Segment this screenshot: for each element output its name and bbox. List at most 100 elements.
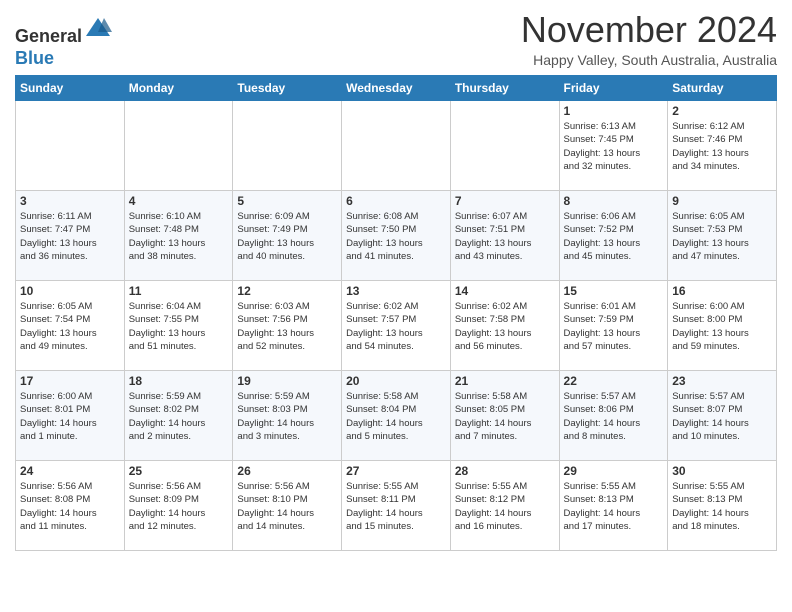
day-info: Sunrise: 5:58 AM Sunset: 8:05 PM Dayligh… bbox=[455, 390, 555, 443]
calendar-cell: 19 Sunrise: 5:59 AM Sunset: 8:03 PM Dayli… bbox=[233, 371, 342, 461]
day-info: Sunrise: 5:55 AM Sunset: 8:11 PM Dayligh… bbox=[346, 480, 446, 533]
calendar-week-5: 24 Sunrise: 5:56 AM Sunset: 8:08 PM Dayli… bbox=[16, 461, 777, 551]
col-header-monday: Monday bbox=[124, 76, 233, 101]
col-header-friday: Friday bbox=[559, 76, 668, 101]
calendar-cell: 22 Sunrise: 5:57 AM Sunset: 8:06 PM Dayli… bbox=[559, 371, 668, 461]
calendar-cell: 17 Sunrise: 6:00 AM Sunset: 8:01 PM Dayli… bbox=[16, 371, 125, 461]
day-info: Sunrise: 6:02 AM Sunset: 7:57 PM Dayligh… bbox=[346, 300, 446, 353]
calendar-cell bbox=[450, 101, 559, 191]
day-info: Sunrise: 5:57 AM Sunset: 8:06 PM Dayligh… bbox=[564, 390, 664, 443]
col-header-sunday: Sunday bbox=[16, 76, 125, 101]
calendar-cell: 20 Sunrise: 5:58 AM Sunset: 8:04 PM Dayli… bbox=[342, 371, 451, 461]
col-header-thursday: Thursday bbox=[450, 76, 559, 101]
logo: General Blue bbox=[15, 14, 112, 69]
day-info: Sunrise: 6:08 AM Sunset: 7:50 PM Dayligh… bbox=[346, 210, 446, 263]
day-info: Sunrise: 5:56 AM Sunset: 8:10 PM Dayligh… bbox=[237, 480, 337, 533]
calendar-cell: 16 Sunrise: 6:00 AM Sunset: 8:00 PM Dayli… bbox=[668, 281, 777, 371]
day-info: Sunrise: 6:02 AM Sunset: 7:58 PM Dayligh… bbox=[455, 300, 555, 353]
day-number: 6 bbox=[346, 194, 446, 208]
calendar-cell bbox=[233, 101, 342, 191]
title-block: November 2024 Happy Valley, South Austra… bbox=[521, 10, 777, 68]
calendar-table: SundayMondayTuesdayWednesdayThursdayFrid… bbox=[15, 75, 777, 551]
day-number: 9 bbox=[672, 194, 772, 208]
col-header-wednesday: Wednesday bbox=[342, 76, 451, 101]
day-info: Sunrise: 6:00 AM Sunset: 8:00 PM Dayligh… bbox=[672, 300, 772, 353]
calendar-week-1: 1Sunrise: 6:13 AM Sunset: 7:45 PM Daylig… bbox=[16, 101, 777, 191]
day-info: Sunrise: 6:06 AM Sunset: 7:52 PM Dayligh… bbox=[564, 210, 664, 263]
calendar-cell bbox=[124, 101, 233, 191]
day-info: Sunrise: 5:59 AM Sunset: 8:03 PM Dayligh… bbox=[237, 390, 337, 443]
calendar-cell: 18Sunrise: 5:59 AM Sunset: 8:02 PM Dayli… bbox=[124, 371, 233, 461]
calendar-cell: 6 Sunrise: 6:08 AM Sunset: 7:50 PM Daylig… bbox=[342, 191, 451, 281]
day-info: Sunrise: 6:00 AM Sunset: 8:01 PM Dayligh… bbox=[20, 390, 120, 443]
day-number: 18 bbox=[129, 374, 229, 388]
day-number: 19 bbox=[237, 374, 337, 388]
day-number: 16 bbox=[672, 284, 772, 298]
calendar-cell: 3 Sunrise: 6:11 AM Sunset: 7:47 PM Daylig… bbox=[16, 191, 125, 281]
calendar-week-4: 17 Sunrise: 6:00 AM Sunset: 8:01 PM Dayli… bbox=[16, 371, 777, 461]
day-number: 2 bbox=[672, 104, 772, 118]
day-number: 24 bbox=[20, 464, 120, 478]
calendar-cell: 4Sunrise: 6:10 AM Sunset: 7:48 PM Daylig… bbox=[124, 191, 233, 281]
day-number: 8 bbox=[564, 194, 664, 208]
calendar-cell: 1Sunrise: 6:13 AM Sunset: 7:45 PM Daylig… bbox=[559, 101, 668, 191]
calendar-cell: 30Sunrise: 5:55 AM Sunset: 8:13 PM Dayli… bbox=[668, 461, 777, 551]
day-info: Sunrise: 6:07 AM Sunset: 7:51 PM Dayligh… bbox=[455, 210, 555, 263]
day-info: Sunrise: 6:09 AM Sunset: 7:49 PM Dayligh… bbox=[237, 210, 337, 263]
location-title: Happy Valley, South Australia, Australia bbox=[521, 52, 777, 68]
day-number: 29 bbox=[564, 464, 664, 478]
calendar-cell: 8 Sunrise: 6:06 AM Sunset: 7:52 PM Daylig… bbox=[559, 191, 668, 281]
calendar-cell: 13 Sunrise: 6:02 AM Sunset: 7:57 PM Dayli… bbox=[342, 281, 451, 371]
calendar-cell: 7 Sunrise: 6:07 AM Sunset: 7:51 PM Daylig… bbox=[450, 191, 559, 281]
logo-blue: Blue bbox=[15, 48, 54, 68]
calendar-cell: 28Sunrise: 5:55 AM Sunset: 8:12 PM Dayli… bbox=[450, 461, 559, 551]
day-number: 1 bbox=[564, 104, 664, 118]
day-number: 11 bbox=[129, 284, 229, 298]
calendar-cell: 10Sunrise: 6:05 AM Sunset: 7:54 PM Dayli… bbox=[16, 281, 125, 371]
day-number: 4 bbox=[129, 194, 229, 208]
day-number: 5 bbox=[237, 194, 337, 208]
calendar-cell: 23 Sunrise: 5:57 AM Sunset: 8:07 PM Dayli… bbox=[668, 371, 777, 461]
logo-general: General bbox=[15, 26, 82, 46]
day-info: Sunrise: 5:55 AM Sunset: 8:13 PM Dayligh… bbox=[564, 480, 664, 533]
calendar-cell: 12Sunrise: 6:03 AM Sunset: 7:56 PM Dayli… bbox=[233, 281, 342, 371]
calendar-cell: 26 Sunrise: 5:56 AM Sunset: 8:10 PM Dayli… bbox=[233, 461, 342, 551]
calendar-cell bbox=[16, 101, 125, 191]
day-info: Sunrise: 5:58 AM Sunset: 8:04 PM Dayligh… bbox=[346, 390, 446, 443]
calendar-header-row: SundayMondayTuesdayWednesdayThursdayFrid… bbox=[16, 76, 777, 101]
calendar-cell: 29 Sunrise: 5:55 AM Sunset: 8:13 PM Dayli… bbox=[559, 461, 668, 551]
day-number: 3 bbox=[20, 194, 120, 208]
day-number: 28 bbox=[455, 464, 555, 478]
calendar-cell: 14Sunrise: 6:02 AM Sunset: 7:58 PM Dayli… bbox=[450, 281, 559, 371]
calendar-cell: 5 Sunrise: 6:09 AM Sunset: 7:49 PM Daylig… bbox=[233, 191, 342, 281]
logo-icon bbox=[84, 14, 112, 42]
calendar-cell: 24 Sunrise: 5:56 AM Sunset: 8:08 PM Dayli… bbox=[16, 461, 125, 551]
calendar-cell: 9 Sunrise: 6:05 AM Sunset: 7:53 PM Daylig… bbox=[668, 191, 777, 281]
day-number: 7 bbox=[455, 194, 555, 208]
day-number: 17 bbox=[20, 374, 120, 388]
day-number: 15 bbox=[564, 284, 664, 298]
day-number: 27 bbox=[346, 464, 446, 478]
day-info: Sunrise: 6:04 AM Sunset: 7:55 PM Dayligh… bbox=[129, 300, 229, 353]
day-info: Sunrise: 5:57 AM Sunset: 8:07 PM Dayligh… bbox=[672, 390, 772, 443]
day-info: Sunrise: 5:55 AM Sunset: 8:13 PM Dayligh… bbox=[672, 480, 772, 533]
day-number: 22 bbox=[564, 374, 664, 388]
calendar-week-3: 10Sunrise: 6:05 AM Sunset: 7:54 PM Dayli… bbox=[16, 281, 777, 371]
day-info: Sunrise: 6:12 AM Sunset: 7:46 PM Dayligh… bbox=[672, 120, 772, 173]
day-number: 13 bbox=[346, 284, 446, 298]
day-info: Sunrise: 6:11 AM Sunset: 7:47 PM Dayligh… bbox=[20, 210, 120, 263]
day-number: 26 bbox=[237, 464, 337, 478]
calendar-cell: 25Sunrise: 5:56 AM Sunset: 8:09 PM Dayli… bbox=[124, 461, 233, 551]
col-header-saturday: Saturday bbox=[668, 76, 777, 101]
day-info: Sunrise: 6:01 AM Sunset: 7:59 PM Dayligh… bbox=[564, 300, 664, 353]
day-info: Sunrise: 5:56 AM Sunset: 8:08 PM Dayligh… bbox=[20, 480, 120, 533]
day-number: 20 bbox=[346, 374, 446, 388]
calendar-cell: 21Sunrise: 5:58 AM Sunset: 8:05 PM Dayli… bbox=[450, 371, 559, 461]
calendar-cell bbox=[342, 101, 451, 191]
page-header: General Blue November 2024 Happy Valley,… bbox=[15, 10, 777, 69]
day-info: Sunrise: 5:56 AM Sunset: 8:09 PM Dayligh… bbox=[129, 480, 229, 533]
day-info: Sunrise: 6:03 AM Sunset: 7:56 PM Dayligh… bbox=[237, 300, 337, 353]
day-number: 23 bbox=[672, 374, 772, 388]
calendar-cell: 11 Sunrise: 6:04 AM Sunset: 7:55 PM Dayli… bbox=[124, 281, 233, 371]
day-info: Sunrise: 6:05 AM Sunset: 7:53 PM Dayligh… bbox=[672, 210, 772, 263]
